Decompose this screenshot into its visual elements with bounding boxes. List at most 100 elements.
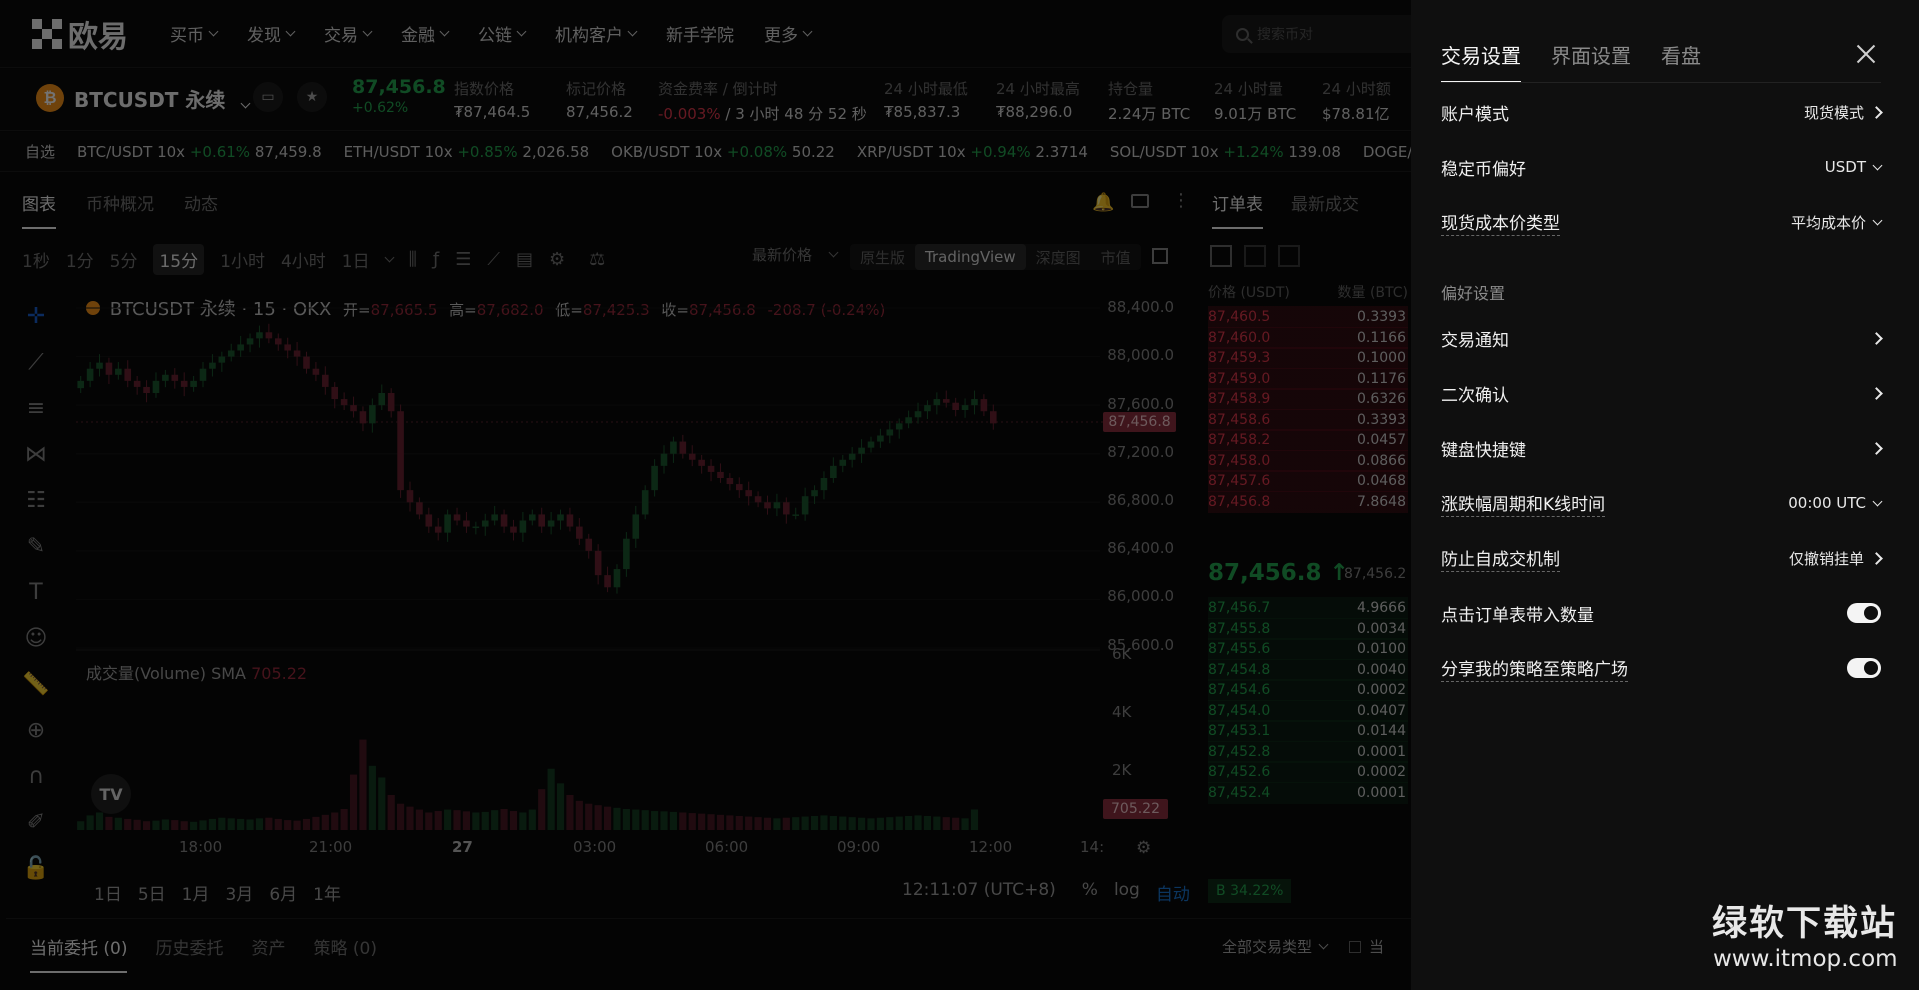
volume-bar xyxy=(970,809,979,830)
range-1y[interactable]: 1年 xyxy=(313,880,341,905)
volume-bar xyxy=(886,817,894,830)
watermark-url: www.itmop.com xyxy=(1713,946,1898,972)
range-3m[interactable]: 3月 xyxy=(225,880,253,905)
settings-row[interactable]: 点击订单表带入数量 xyxy=(1441,597,1881,629)
volume-bar xyxy=(829,816,837,830)
volume-bar xyxy=(453,810,461,830)
range-1m[interactable]: 1月 xyxy=(182,880,210,905)
range-1d[interactable]: 1日 xyxy=(94,880,122,905)
volume-tag: 705.22 xyxy=(1103,799,1168,819)
tab-watch[interactable]: 看盘 xyxy=(1661,40,1701,83)
tab-open-orders[interactable]: 当前委托 (0) xyxy=(30,934,128,973)
candle xyxy=(895,423,903,430)
ask-row[interactable]: 87,459.0 0.1176 xyxy=(1208,367,1408,390)
settings-row[interactable]: 稳定币偏好 USDT xyxy=(1441,151,1883,183)
ask-row[interactable]: 87,460.5 0.3393 xyxy=(1208,306,1408,328)
ask-row[interactable]: 87,460.0 0.1166 xyxy=(1208,326,1408,349)
range-5d[interactable]: 5日 xyxy=(138,880,166,905)
chart-clock[interactable]: 12:11:07 (UTC+8) xyxy=(902,880,1056,905)
volume-bar xyxy=(86,815,94,830)
tab-latest-trades[interactable]: 最新成交 xyxy=(1291,190,1359,229)
bid-row[interactable]: 87,452.4 0.0001 xyxy=(1208,781,1408,804)
bid-row[interactable]: 87,454.6 0.0002 xyxy=(1208,679,1408,701)
volume-bar xyxy=(839,816,847,830)
ask-row[interactable]: 87,458.6 0.3393 xyxy=(1208,408,1408,431)
tab-order-book[interactable]: 订单表 xyxy=(1212,190,1263,229)
tab-ui-settings[interactable]: 界面设置 xyxy=(1551,40,1631,83)
volume-bar xyxy=(161,819,169,830)
bid-row[interactable]: 87,456.7 4.9666 xyxy=(1208,597,1408,619)
candle xyxy=(688,453,696,460)
scale-auto[interactable]: 自动 xyxy=(1156,880,1190,905)
ask-row[interactable]: 87,456.8 7.8648 xyxy=(1208,490,1408,513)
candle xyxy=(820,478,828,491)
settings-row[interactable]: 现货成本价类型 平均成本价 xyxy=(1441,206,1883,238)
tab-order-history[interactable]: 历史委托 xyxy=(155,934,223,973)
bid-row[interactable]: 87,454.0 0.0407 xyxy=(1208,699,1408,722)
candle xyxy=(303,356,310,369)
candle xyxy=(453,514,461,521)
candle xyxy=(971,399,978,406)
toggle-switch[interactable] xyxy=(1847,658,1881,678)
ask-row[interactable]: 87,459.3 0.1000 xyxy=(1208,347,1408,369)
settings-row[interactable]: 交易通知 xyxy=(1441,322,1883,354)
bid-row[interactable]: 87,455.8 0.0034 xyxy=(1208,617,1408,640)
price-axis-label: 87,200.0 xyxy=(1107,443,1174,461)
candle xyxy=(717,471,724,478)
toggle-switch[interactable] xyxy=(1847,603,1881,623)
candle xyxy=(519,520,527,533)
divider xyxy=(1441,82,1881,83)
settings-row[interactable]: 分享我的策略至策略广场 xyxy=(1441,652,1881,684)
candle xyxy=(773,502,781,509)
bid-row[interactable]: 87,455.6 0.0100 xyxy=(1208,638,1408,660)
volume-bar xyxy=(792,817,800,830)
candle xyxy=(764,502,771,509)
bid-row[interactable]: 87,452.8 0.0001 xyxy=(1208,740,1408,763)
time-axis-label: 06:00 xyxy=(705,838,749,856)
settings-row[interactable]: 涨跌幅周期和K线时间 00:00 UTC xyxy=(1441,487,1883,519)
ask-row[interactable]: 87,458.2 0.0457 xyxy=(1208,429,1408,451)
bid-row[interactable]: 87,454.8 0.0040 xyxy=(1208,658,1408,681)
ask-row[interactable]: 87,457.6 0.0468 xyxy=(1208,470,1408,492)
price-axis-label: 88,000.0 xyxy=(1107,346,1174,364)
buy-ratio: B 34.22% xyxy=(1208,879,1292,903)
volume-bar xyxy=(641,810,649,830)
bid-row[interactable]: 87,452.6 0.0002 xyxy=(1208,761,1408,783)
tradingview-logo[interactable]: TV xyxy=(91,774,131,814)
tab-strategies[interactable]: 策略 (0) xyxy=(313,934,376,973)
ask-row[interactable]: 87,458.9 0.6326 xyxy=(1208,388,1408,410)
volume-bar xyxy=(152,820,160,830)
volume-bar xyxy=(923,816,932,830)
tab-assets[interactable]: 资产 xyxy=(251,934,285,973)
price-axis-label: 87,600.0 xyxy=(1107,395,1174,413)
volume-bar xyxy=(707,814,715,830)
chevron-right-icon xyxy=(1870,441,1883,455)
orders-tabs: 当前委托 (0) 历史委托 资产 策略 (0) xyxy=(30,934,377,973)
settings-row[interactable]: 二次确认 xyxy=(1441,377,1883,409)
range-selector: 1日 5日 1月 3月 6月 1年 xyxy=(94,880,341,905)
range-6m[interactable]: 6月 xyxy=(269,880,297,905)
tab-trade-settings[interactable]: 交易设置 xyxy=(1441,40,1521,83)
volume-bar xyxy=(716,814,725,830)
volume-bar xyxy=(594,805,602,830)
book-both-icon[interactable] xyxy=(1210,245,1232,267)
scale-percent[interactable]: % xyxy=(1082,880,1098,905)
settings-row[interactable]: 账户模式 现货模式 xyxy=(1441,96,1883,128)
trade-type-filter[interactable]: 全部交易类型 当 xyxy=(1222,936,1384,957)
gear-icon[interactable]: ⚙ xyxy=(1136,838,1151,858)
candle xyxy=(547,520,555,527)
candle xyxy=(735,484,743,491)
scale-log[interactable]: log xyxy=(1114,880,1140,905)
volume-bar xyxy=(321,814,329,830)
checkbox[interactable] xyxy=(1349,940,1362,953)
book-asks-icon[interactable] xyxy=(1278,245,1300,267)
candle xyxy=(886,429,894,436)
book-bids-icon[interactable] xyxy=(1244,245,1266,267)
ask-row[interactable]: 87,458.0 0.0866 xyxy=(1208,449,1408,472)
close-icon[interactable] xyxy=(1852,40,1880,68)
candle xyxy=(830,465,837,478)
settings-row[interactable]: 防止自成交机制 仅撤销挂单 xyxy=(1441,542,1883,574)
candle xyxy=(914,411,922,418)
bid-row[interactable]: 87,453.1 0.0144 xyxy=(1208,720,1408,742)
settings-row[interactable]: 键盘快捷键 xyxy=(1441,432,1883,464)
